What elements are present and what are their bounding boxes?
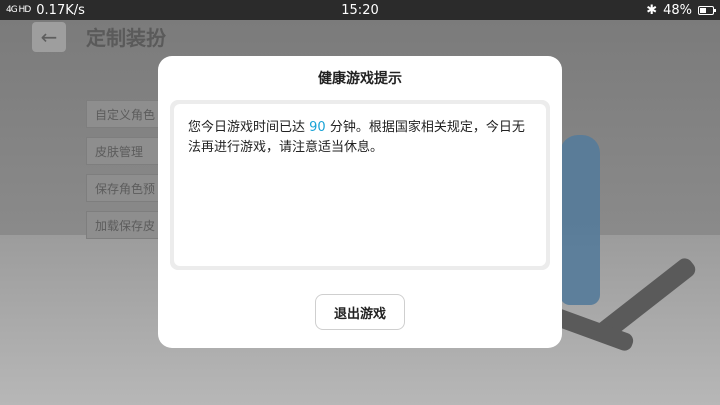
message-text: 您今日游戏时间已达 90 分钟。根据国家相关规定，今日无法再进行游戏，请注意适当… (174, 104, 546, 266)
battery-percent: 48% (663, 2, 692, 18)
message-box: 您今日游戏时间已达 90 分钟。根据国家相关规定，今日无法再进行游戏，请注意适当… (170, 100, 550, 270)
dialog-title: 健康游戏提示 (318, 71, 402, 87)
minutes-value: 90 (309, 120, 326, 135)
modal-overlay: 健康游戏提示 您今日游戏时间已达 90 分钟。根据国家相关规定，今日无法再进行游… (0, 0, 720, 405)
bluetooth-icon: ✱ (646, 2, 658, 18)
signal-icon: 4G HD (6, 4, 31, 15)
exit-game-button[interactable]: 退出游戏 (315, 294, 405, 330)
status-bar: 4G HD 0.17K/s 15:20 ✱ 48% (0, 0, 720, 20)
battery-fill (700, 7, 706, 13)
message-prefix: 您今日游戏时间已达 (188, 120, 310, 135)
battery-icon (698, 5, 716, 15)
clock: 15:20 (341, 2, 379, 18)
status-right: ✱ 48% (646, 2, 716, 18)
health-dialog: 健康游戏提示 您今日游戏时间已达 90 分钟。根据国家相关规定，今日无法再进行游… (158, 56, 562, 348)
status-left: 4G HD 0.17K/s (6, 3, 85, 18)
net-speed: 0.17K/s (36, 2, 85, 18)
